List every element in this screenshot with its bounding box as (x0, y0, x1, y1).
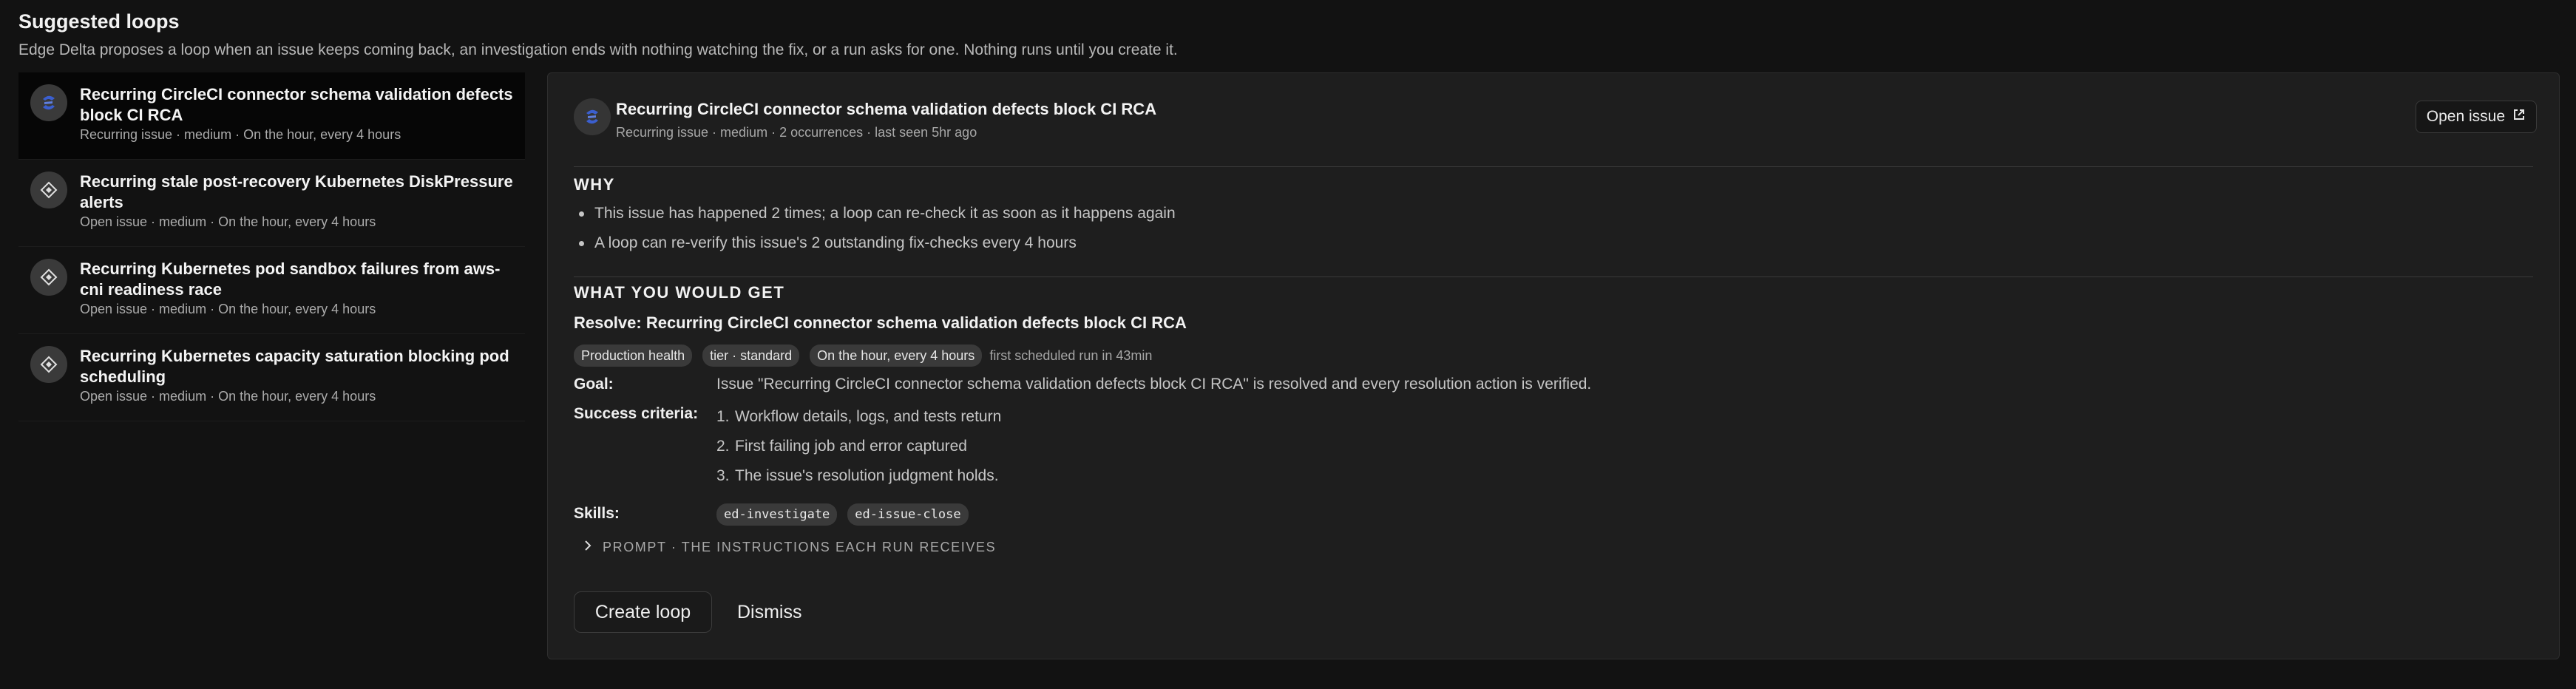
dismiss-button[interactable]: Dismiss (728, 591, 811, 633)
divider (574, 166, 2533, 167)
tag-chip: On the hour, every 4 hours (810, 344, 983, 367)
suggestion-title: Recurring Kubernetes capacity saturation… (80, 347, 509, 386)
criteria-item: 2. First failing job and error captured (716, 432, 1001, 461)
why-item: A loop can re-verify this issue's 2 outs… (574, 228, 1176, 258)
page-title: Suggested loops (18, 10, 180, 33)
circleci-icon (574, 98, 611, 135)
external-link-icon (2512, 108, 2526, 126)
suggestion-title: Recurring stale post-recovery Kubernetes… (80, 172, 513, 211)
divider (574, 276, 2533, 277)
issue-diamond-icon (30, 259, 67, 296)
success-criteria-label: Success criteria: (574, 405, 699, 422)
why-list: This issue has happened 2 times; a loop … (574, 199, 1176, 258)
success-criteria-list: 1. Workflow details, logs, and tests retu… (716, 402, 1001, 491)
criteria-text: Workflow details, logs, and tests return (735, 408, 1002, 425)
criteria-number: 3. (716, 467, 730, 484)
suggestion-list: Recurring CircleCI connector schema vali… (18, 72, 525, 421)
create-loop-button[interactable]: Create loop (574, 591, 712, 633)
criteria-number: 1. (716, 408, 730, 425)
goal-label: Goal: (574, 376, 614, 393)
issue-diamond-icon (30, 172, 67, 208)
suggestion-title: Recurring Kubernetes pod sandbox failure… (80, 259, 501, 299)
what-you-would-get-heading: WHAT YOU WOULD GET (574, 283, 785, 302)
resolve-title: Resolve: Recurring CircleCI connector sc… (574, 313, 1187, 332)
skill-chip: ed-investigate (716, 503, 838, 526)
chevron-right-icon (583, 540, 592, 555)
suggestion-item[interactable]: Recurring Kubernetes pod sandbox failure… (18, 247, 525, 334)
why-item: This issue has happened 2 times; a loop … (574, 199, 1176, 228)
suggestion-meta: Recurring issue · medium · On the hour, … (80, 127, 401, 142)
suggestion-meta: Open issue · medium · On the hour, every… (80, 302, 376, 316)
open-issue-button[interactable]: Open issue (2415, 101, 2537, 133)
circleci-icon (30, 84, 67, 121)
suggestion-meta: Open issue · medium · On the hour, every… (80, 389, 376, 404)
issue-diamond-icon (30, 346, 67, 383)
suggestion-detail-panel: Recurring CircleCI connector schema vali… (547, 72, 2560, 659)
tag-chip: Production health (574, 344, 693, 367)
suggestion-item[interactable]: Recurring stale post-recovery Kubernetes… (18, 160, 525, 247)
skills-list: ed-investigate ed-issue-close (716, 503, 969, 526)
criteria-number: 2. (716, 438, 730, 455)
goal-text: Issue "Recurring CircleCI connector sche… (716, 376, 1592, 393)
criteria-item: 3. The issue's resolution judgment holds. (716, 461, 1001, 491)
tag-chip: tier · standard (702, 344, 800, 367)
criteria-item: 1. Workflow details, logs, and tests retu… (716, 402, 1001, 432)
suggestion-item[interactable]: Recurring Kubernetes capacity saturation… (18, 334, 525, 421)
detail-meta: Recurring issue · medium · 2 occurrences… (616, 125, 977, 140)
open-issue-label: Open issue (2426, 108, 2505, 125)
detail-title: Recurring CircleCI connector schema vali… (616, 100, 1157, 118)
first-run-note: first scheduled run in 43min (989, 347, 1153, 363)
skill-chip: ed-issue-close (847, 503, 969, 526)
prompt-label: PROMPT · THE INSTRUCTIONS EACH RUN RECEI… (603, 540, 997, 554)
criteria-text: The issue's resolution judgment holds. (735, 467, 999, 484)
page-subtitle: Edge Delta proposes a loop when an issue… (18, 41, 1178, 58)
criteria-text: First failing job and error captured (735, 438, 967, 455)
skills-label: Skills: (574, 505, 620, 522)
loop-tags: Production health tier · standard On the… (574, 344, 1152, 367)
prompt-expander[interactable]: PROMPT · THE INSTRUCTIONS EACH RUN RECEI… (583, 540, 996, 555)
suggestion-meta: Open issue · medium · On the hour, every… (80, 214, 376, 229)
suggestion-item[interactable]: Recurring CircleCI connector schema vali… (18, 72, 525, 160)
suggestion-title: Recurring CircleCI connector schema vali… (80, 85, 513, 124)
why-heading: WHY (574, 175, 615, 194)
